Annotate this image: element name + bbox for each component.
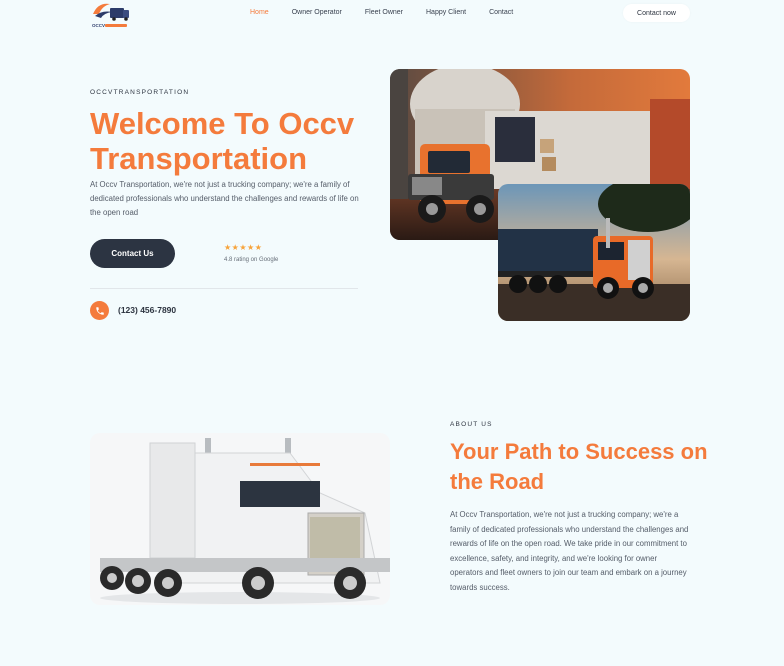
- nav-link-fleet-owner[interactable]: Fleet Owner: [365, 9, 403, 16]
- navbar: OCCV Home Owner Operator Fleet Owner Hap…: [0, 0, 784, 30]
- nav-link-happy-client[interactable]: Happy Client: [426, 9, 466, 16]
- hero-image-truck-road: [498, 184, 690, 321]
- hero-eyebrow: OCCVTRANSPORTATION: [90, 89, 190, 96]
- about-image-white-truck: [90, 433, 390, 605]
- nav-link-contact[interactable]: Contact: [489, 9, 513, 16]
- about-description: At Occv Transportation, we're not just a…: [450, 510, 689, 592]
- google-rating: ★★★★★ 4.8 rating on Google: [224, 243, 278, 263]
- hero-title: Welcome To Occv Transportation: [90, 106, 355, 176]
- contact-now-button[interactable]: Contact now: [623, 4, 690, 22]
- company-logo[interactable]: OCCV: [90, 0, 134, 30]
- divider: [90, 288, 358, 289]
- nav-link-owner-operator[interactable]: Owner Operator: [292, 9, 342, 16]
- star-rating-icon: ★★★★★: [224, 243, 263, 252]
- truck-logo-icon: OCCV: [92, 3, 129, 28]
- phone-icon[interactable]: [90, 301, 109, 320]
- about-title: Your Path to Success on the Road: [450, 439, 708, 494]
- phone-number[interactable]: (123) 456-7890: [118, 305, 176, 315]
- rating-text: 4.8 rating on Google: [224, 257, 279, 263]
- nav-menu: Home Owner Operator Fleet Owner Happy Cl…: [250, 9, 536, 16]
- svg-text:OCCV: OCCV: [92, 23, 105, 28]
- hero-description: At Occv Transportation, we're not just a…: [90, 180, 359, 217]
- contact-us-button[interactable]: Contact Us: [90, 239, 175, 268]
- about-eyebrow: ABOUT US: [450, 421, 493, 428]
- nav-link-home[interactable]: Home: [250, 9, 269, 16]
